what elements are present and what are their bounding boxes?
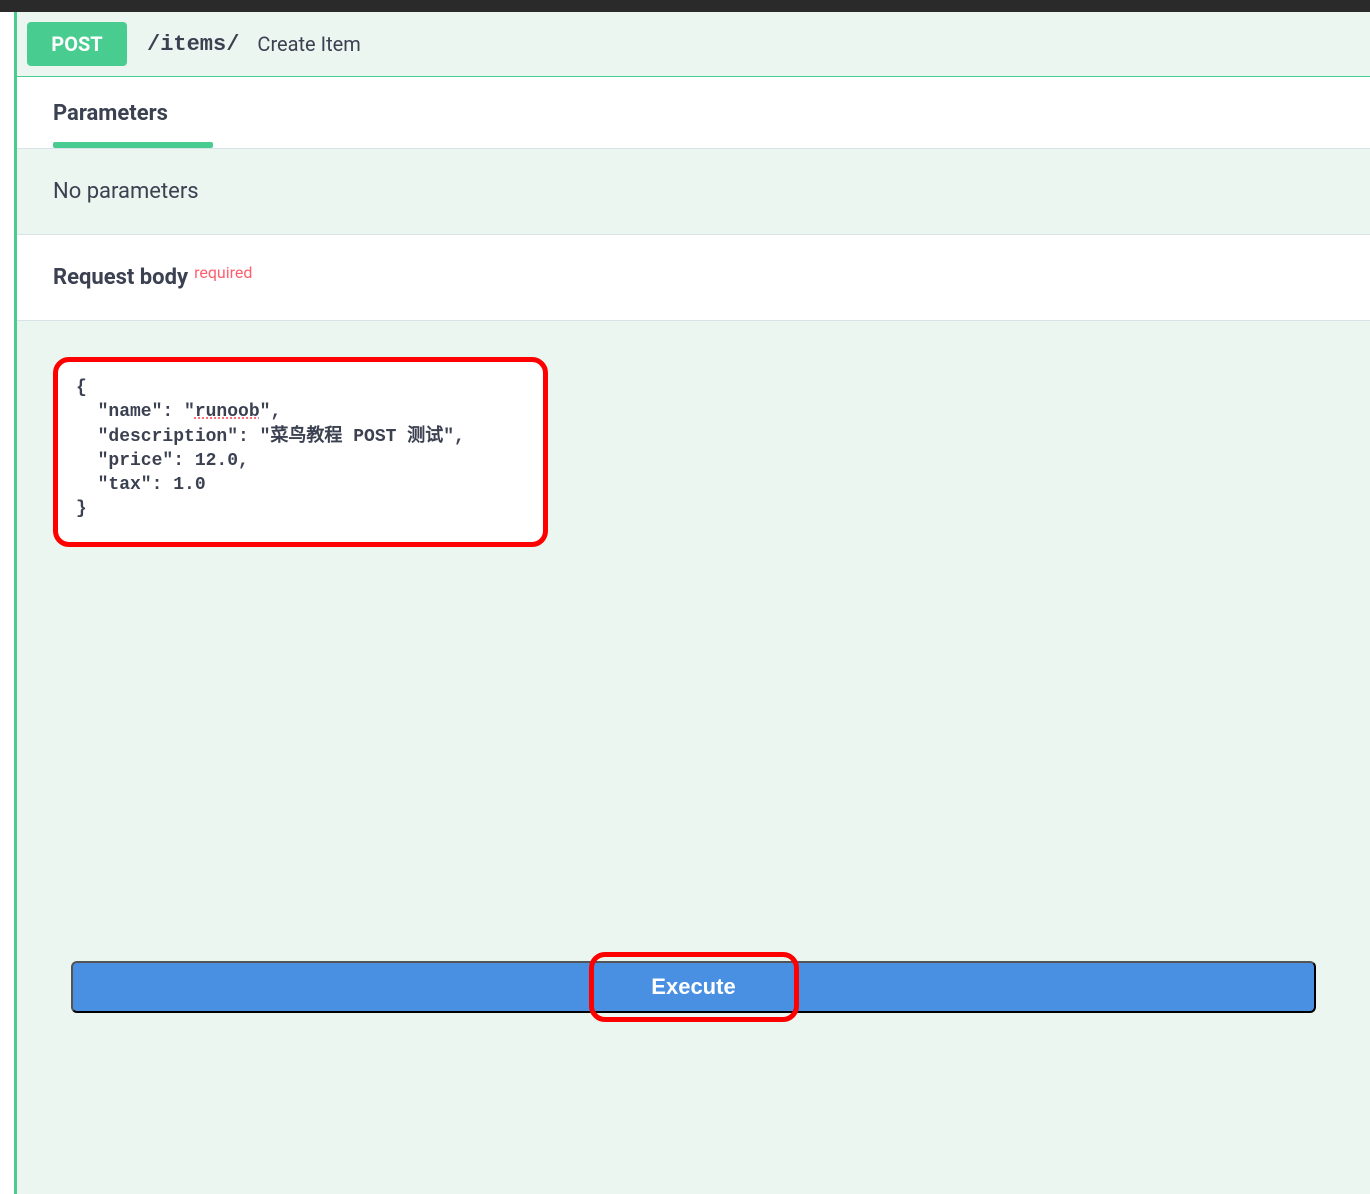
request-body-section: { "name": "runoob", "description": "菜鸟教程… (17, 321, 1370, 583)
no-parameters-text: No parameters (17, 148, 1370, 235)
execute-wrapper: Execute (17, 953, 1370, 1005)
operation-block: POST /items/ Create Item Parameters No p… (14, 12, 1370, 1194)
spacer (17, 583, 1370, 953)
summary-text: Create Item (257, 32, 360, 56)
method-badge: POST (27, 22, 127, 66)
request-body-input[interactable]: { "name": "runoob", "description": "菜鸟教程… (53, 357, 548, 547)
parameters-tab[interactable]: Parameters (53, 101, 1334, 126)
request-body-header: Request body required (17, 235, 1370, 321)
window-top-bar (0, 0, 1370, 12)
execute-button[interactable]: Execute (71, 961, 1316, 1013)
parameters-section: Parameters (17, 77, 1370, 148)
operation-summary[interactable]: POST /items/ Create Item (17, 12, 1370, 77)
path-text: /items/ (147, 32, 239, 57)
required-tag: required (194, 263, 252, 282)
request-body-label: Request body (53, 265, 188, 290)
